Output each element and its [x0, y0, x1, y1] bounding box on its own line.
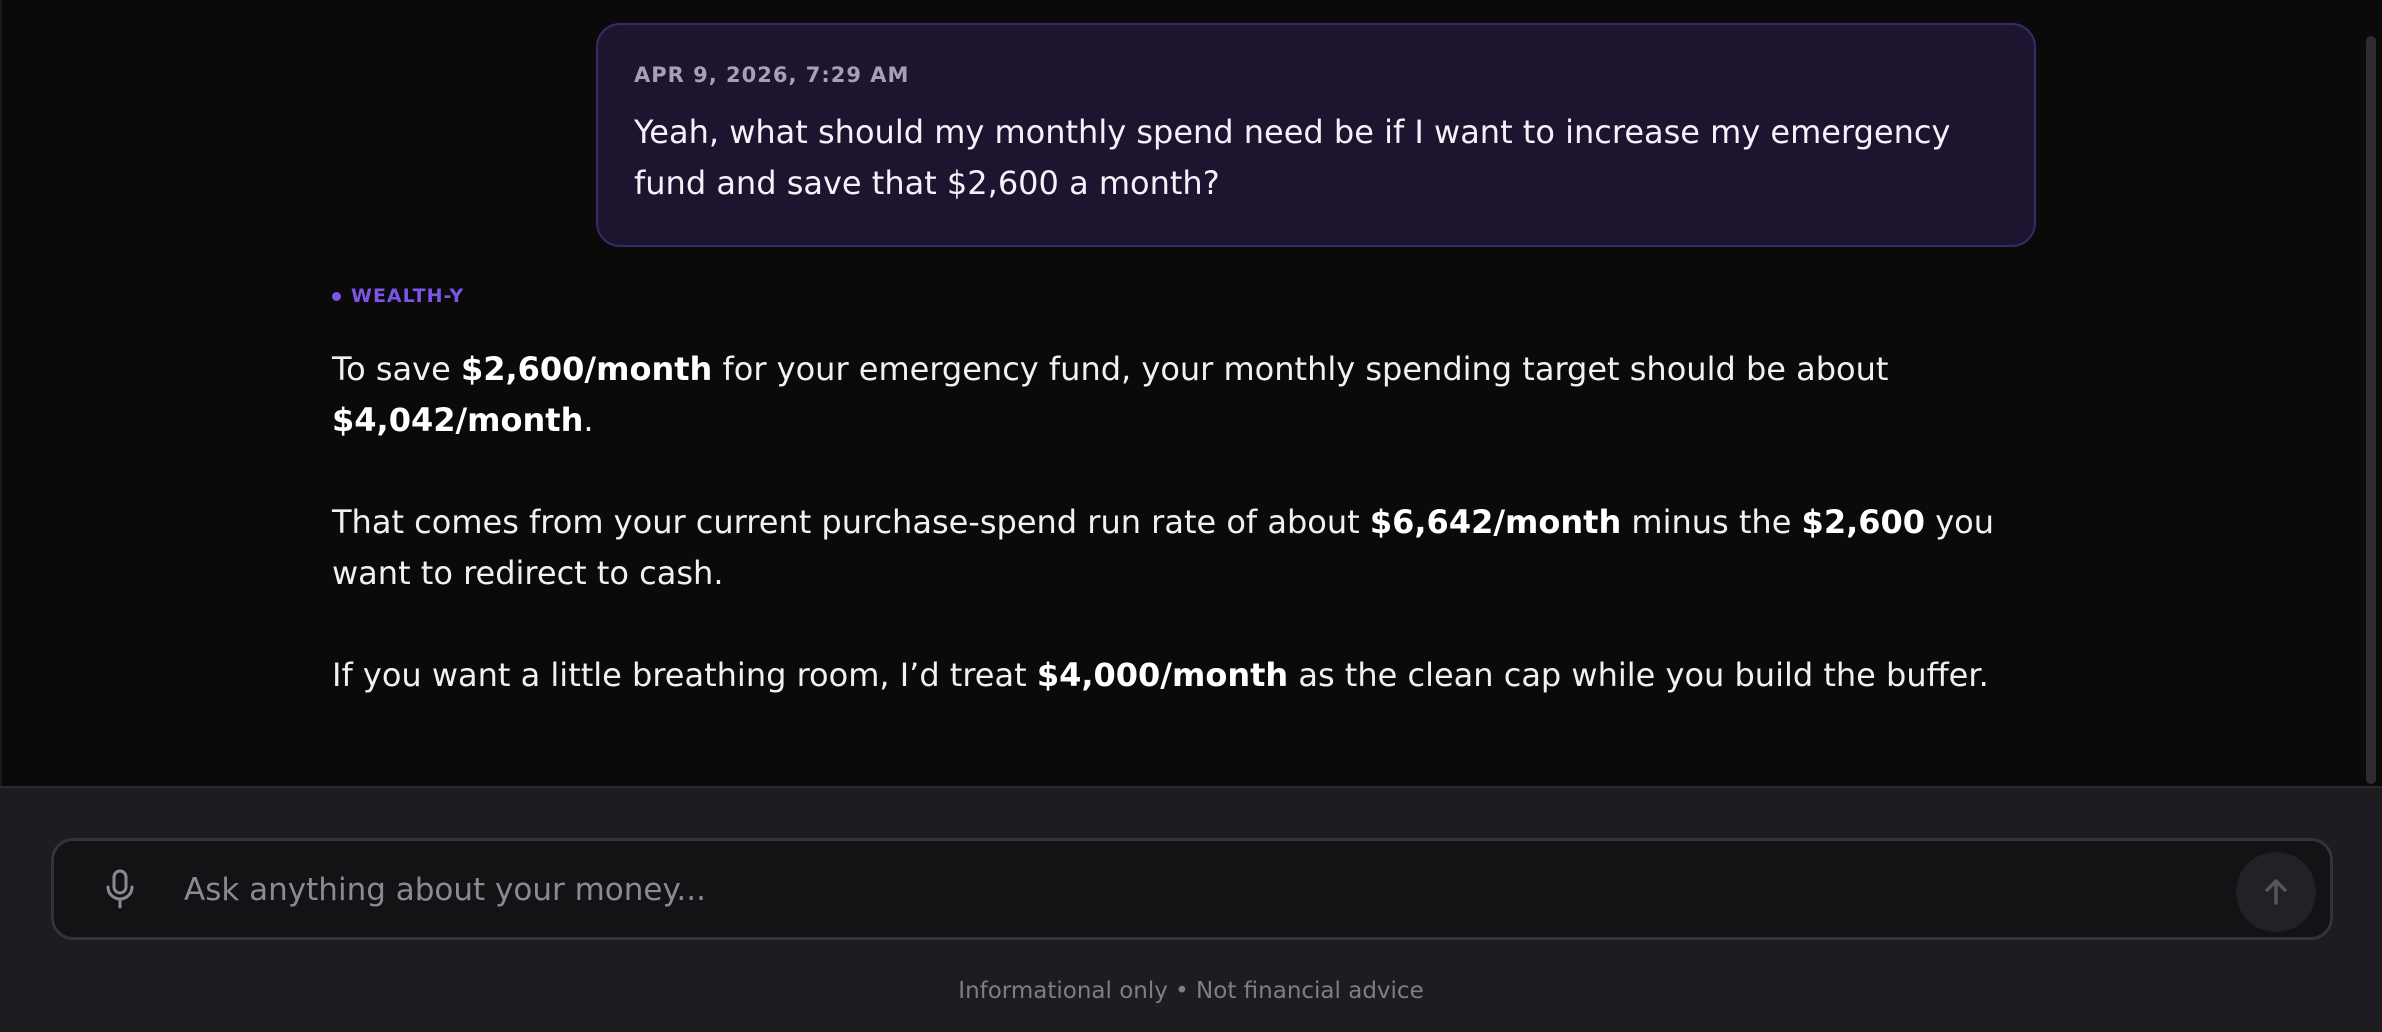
user-message-bubble: APR 9, 2026, 7:29 AM Yeah, what should m…: [596, 23, 2036, 247]
assistant-name: WEALTH-Y: [351, 285, 465, 307]
text-span: for your emergency fund, your monthly sp…: [712, 350, 1889, 388]
microphone-glyph: [106, 869, 134, 909]
text-span: To save: [332, 350, 461, 388]
send-button[interactable]: [2236, 852, 2316, 932]
assistant-paragraph-3: If you want a little breathing room, I’d…: [332, 650, 2052, 701]
chat-transcript: APR 9, 2026, 7:29 AM Yeah, what should m…: [0, 0, 2382, 786]
text-span: as the clean cap while you build the buf…: [1288, 656, 1989, 694]
text-span: minus the: [1621, 503, 1802, 541]
assistant-message: To save $2,600/month for your emergency …: [332, 344, 2052, 752]
scrollbar[interactable]: [2366, 36, 2376, 784]
text-span: If you want a little breathing room, I’d…: [332, 656, 1037, 694]
text-span: .: [583, 401, 594, 439]
message-timestamp: APR 9, 2026, 7:29 AM: [634, 63, 910, 87]
assistant-paragraph-1: To save $2,600/month for your emergency …: [332, 344, 2052, 446]
message-input[interactable]: [182, 863, 2186, 917]
user-message-text: Yeah, what should my monthly spend need …: [634, 113, 1951, 202]
highlight-amount: $2,600/month: [460, 350, 713, 388]
disclaimer-text: Informational only • Not financial advic…: [958, 978, 1424, 1004]
highlight-amount: $4,000/month: [1036, 656, 1289, 694]
arrow-up-icon: [2265, 879, 2287, 905]
microphone-icon[interactable]: [98, 867, 142, 911]
assistant-label: WEALTH-Y: [332, 282, 464, 310]
highlight-amount: $6,642/month: [1369, 503, 1622, 541]
composer-area: Informational only • Not financial advic…: [0, 786, 2382, 1032]
assistant-paragraph-2: That comes from your current purchase-sp…: [332, 497, 2052, 599]
highlight-amount: $2,600: [1801, 503, 1926, 541]
highlight-amount: $4,042/month: [332, 401, 584, 439]
assistant-dot-icon: [332, 291, 341, 301]
text-span: That comes from your current purchase-sp…: [332, 503, 1370, 541]
message-composer: [51, 838, 2333, 940]
